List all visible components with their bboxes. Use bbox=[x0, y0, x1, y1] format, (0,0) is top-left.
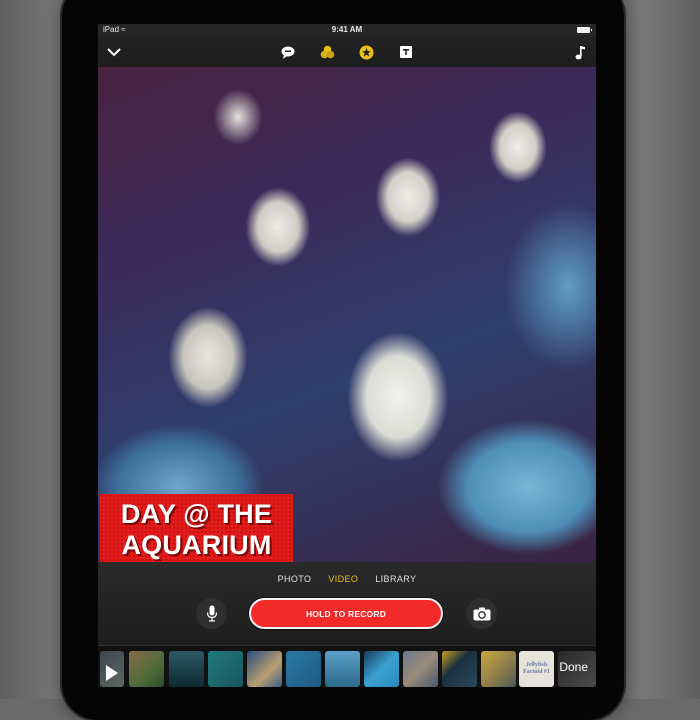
mode-video[interactable]: VIDEO bbox=[328, 574, 358, 584]
speech-bubble-icon[interactable] bbox=[278, 42, 298, 62]
clip-thumbnail[interactable] bbox=[129, 651, 164, 687]
mode-selector: PHOTO VIDEO LIBRARY bbox=[98, 574, 596, 584]
microphone-icon bbox=[206, 605, 217, 622]
clip-thumbnail[interactable] bbox=[325, 651, 360, 687]
text-icon[interactable] bbox=[396, 42, 416, 62]
camera-preview[interactable]: DAY @ THE AQUARIUM bbox=[98, 67, 596, 562]
clip-thumbnail[interactable] bbox=[403, 651, 438, 687]
chevron-down-icon[interactable] bbox=[104, 42, 124, 62]
clip-thumbnail[interactable] bbox=[169, 651, 204, 687]
star-sticker-icon[interactable] bbox=[356, 42, 376, 62]
clip-thumbnail[interactable] bbox=[247, 651, 282, 687]
battery-icon bbox=[577, 27, 592, 33]
microphone-button[interactable] bbox=[196, 598, 227, 629]
title-card-overlay[interactable]: DAY @ THE AQUARIUM bbox=[100, 494, 293, 562]
play-icon bbox=[106, 665, 118, 681]
mode-photo[interactable]: PHOTO bbox=[278, 574, 312, 584]
title-line-1: DAY @ THE bbox=[120, 499, 273, 529]
factoid-line-2: Factoid #1 bbox=[523, 669, 550, 675]
clip-thumbnail[interactable] bbox=[208, 651, 243, 687]
music-note-icon[interactable] bbox=[570, 42, 590, 62]
toolbar bbox=[98, 36, 596, 67]
flip-camera-icon bbox=[473, 607, 490, 620]
clip-thumbnail[interactable] bbox=[286, 651, 321, 687]
done-button[interactable]: Done bbox=[559, 660, 588, 674]
clip-thumbnail[interactable] bbox=[442, 651, 477, 687]
preview-play-button[interactable] bbox=[100, 651, 124, 687]
clip-thumbnail[interactable] bbox=[364, 651, 399, 687]
clip-title-card-thumbnail[interactable]: Jellyfish Factoid #1 bbox=[519, 651, 554, 687]
title-line-2: AQUARIUM bbox=[121, 530, 272, 560]
filters-icon[interactable] bbox=[317, 42, 337, 62]
clip-film-strip: Jellyfish Factoid #1 Done bbox=[98, 645, 596, 687]
hold-to-record-button[interactable]: HOLD TO RECORD bbox=[249, 598, 443, 629]
status-time: 9:41 AM bbox=[331, 25, 363, 34]
flip-camera-button[interactable] bbox=[466, 598, 497, 629]
status-bar: iPad ≈ 9:41 AM bbox=[98, 24, 596, 36]
mode-library[interactable]: LIBRARY bbox=[375, 574, 416, 584]
factoid-line-1: Jellyfish bbox=[525, 662, 548, 668]
app-screen: iPad ≈ 9:41 AM DAY @ THE AQUARIUM PHOTO … bbox=[98, 24, 596, 687]
clip-thumbnail[interactable] bbox=[481, 651, 516, 687]
factoid-text: Jellyfish Factoid #1 bbox=[523, 662, 550, 676]
capture-controls: PHOTO VIDEO LIBRARY HOLD TO RECORD bbox=[98, 562, 596, 645]
